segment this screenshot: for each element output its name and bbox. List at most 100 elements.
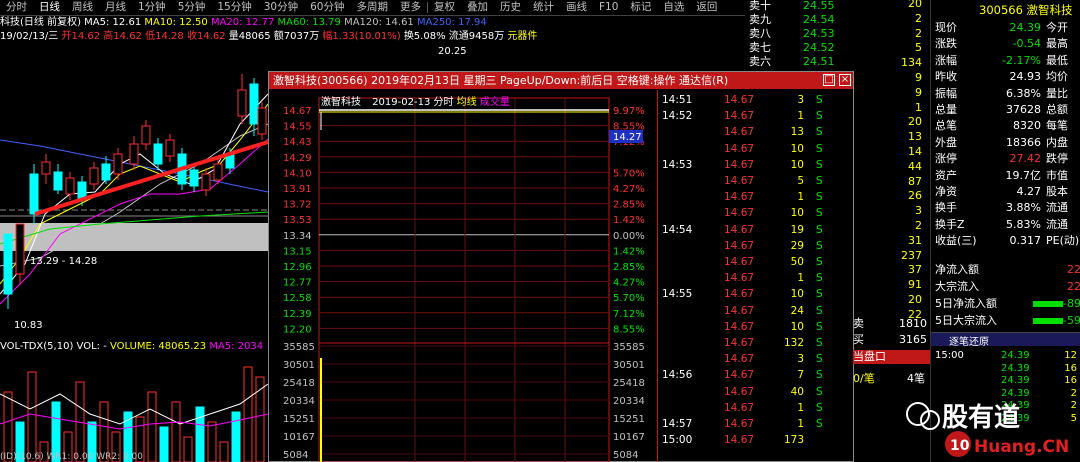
book-volume: 134 — [901, 56, 922, 70]
kline-open: 开14.62 — [61, 31, 101, 42]
quote-label: 外盘 — [935, 135, 957, 149]
kline-turnover: 换5.08% — [403, 31, 446, 42]
price-tick: 12.39 — [283, 309, 312, 320]
candle-body — [53, 171, 63, 191]
quote-row: 净资 4.27 股本 — [935, 184, 1080, 200]
candle-body — [141, 125, 151, 145]
quote-label: 总笔 — [935, 119, 957, 133]
candle-body — [165, 139, 175, 157]
watermark-site: Huang.CN — [974, 437, 1069, 457]
intraday-chart[interactable]: 14.67 14.55 14.43 14.29 14.10 13.91 13.72 13.53… — [269, 90, 657, 462]
volume-bar — [219, 441, 229, 462]
toolbar-item[interactable]: 自选 — [657, 0, 690, 15]
toolbar-item[interactable]: 分时 — [0, 0, 33, 15]
bid-count-label: 0/笔 — [853, 372, 875, 385]
toolbar-item[interactable]: 复权 — [428, 0, 461, 15]
quote-label: 现价 — [935, 21, 957, 34]
kline-volume: 量48065 — [228, 31, 271, 42]
volume-value: VOLUME: 48065.23 — [110, 341, 207, 352]
vol-tick-left: 35585 — [283, 342, 315, 353]
kline-low: 低14.28 — [145, 31, 184, 42]
quote-value: 8320 — [1013, 119, 1041, 133]
flow-bar — [1033, 318, 1063, 324]
book-volume: 31 — [908, 233, 922, 247]
toolbar-item[interactable]: 1分钟 — [132, 0, 172, 15]
intraday-grid — [319, 98, 609, 462]
percent-tick: 0.00% — [613, 231, 645, 242]
volume-bar — [195, 406, 205, 462]
volume-bars — [3, 366, 265, 462]
volume-bar — [171, 401, 181, 462]
vol-tick-right: 30501 — [613, 360, 645, 371]
toolbar-item[interactable]: 5分钟 — [172, 0, 212, 15]
quote-value: 27.42 — [1009, 152, 1042, 166]
toolbar-item[interactable]: 周线 — [66, 0, 99, 15]
quote-row: 现价 24.39 今开 — [935, 20, 1080, 36]
vol-ma10-line — [0, 413, 268, 430]
tick-header: 逐笔还原 — [931, 332, 1080, 348]
toolbar-item[interactable]: 多周期 — [351, 0, 395, 15]
quote-right-label: 最低 — [1046, 53, 1068, 67]
toolbar-item[interactable]: 叠加 — [461, 0, 494, 15]
candle-body — [153, 143, 163, 165]
book-volume: 2 — [915, 11, 922, 25]
book-volume: 2 — [915, 219, 922, 232]
candle-body — [113, 153, 123, 175]
toolbar-item[interactable]: 统计 — [527, 0, 560, 15]
quote-label: 净资 — [935, 185, 957, 198]
kline-date: 19/02/13/三 — [0, 31, 59, 42]
toolbar-item[interactable]: 返回 — [690, 0, 723, 15]
quote-right-label: 股本 — [1046, 185, 1068, 198]
toolbar-item[interactable]: F10 — [593, 0, 624, 15]
toolbar-item[interactable]: 月线 — [99, 0, 132, 15]
price-tick: 14.67 — [283, 106, 312, 117]
quote-row: 昨收 24.93 均价 — [935, 69, 1080, 85]
toolbar-item[interactable]: 历史 — [494, 0, 527, 15]
toolbar-item[interactable]: 画线 — [560, 0, 593, 15]
wechat-icon — [906, 402, 930, 426]
price-tick: 13.34 — [283, 231, 312, 242]
trade-time: 14:53 — [662, 158, 693, 171]
toolbar-item[interactable]: 15分钟 — [211, 0, 257, 15]
toolbar-item[interactable]: 60分钟 — [304, 0, 350, 15]
candle-body — [249, 83, 259, 125]
ma20-label: MA20: 12.77 — [210, 17, 275, 28]
price-tick: 14.10 — [283, 168, 312, 179]
percent-tick: 9.97% — [613, 106, 645, 117]
volume-bar — [183, 436, 193, 462]
toolbar-item[interactable]: 日线 — [33, 0, 66, 15]
price-tick: 14.43 — [283, 137, 312, 148]
quote-label: 换手Z — [935, 217, 965, 231]
quote-right-label: 今开 — [1046, 21, 1068, 34]
kline-change: 幅1.33(10.01%) — [322, 31, 401, 42]
ma250-label: MA250: 17.94 — [416, 17, 487, 28]
volume-bar — [159, 426, 169, 462]
vol-tick-left: 20334 — [283, 396, 315, 407]
quote-row: 总笔 8320 每笔 — [935, 118, 1080, 134]
volume-bar — [207, 421, 217, 462]
kline-detail-bar: 19/02/13/三 开14.62 高14.62 低14.28 收14.62 量… — [0, 30, 745, 44]
quote-value: 3.88% — [1006, 201, 1041, 215]
candle-body — [189, 169, 199, 187]
percent-tick: 8.55% — [613, 324, 645, 335]
book-volume: 20 — [908, 293, 922, 306]
toolbar-item[interactable]: 30分钟 — [258, 0, 304, 15]
percent-tick: 4.27% — [613, 278, 645, 289]
price-tick: 14.29 — [283, 153, 312, 164]
kline-title: 科技(日线 前复权) — [0, 17, 81, 28]
peak-price-label-text: 20.25 — [438, 46, 467, 57]
bid-header: 当盘口 — [853, 350, 930, 364]
ma60-label: MA60: 13.79 — [277, 17, 341, 28]
vol-tick-right: 35585 — [613, 342, 645, 353]
candle-body — [201, 173, 211, 191]
trade-time: 14:51 — [662, 94, 693, 106]
toolbar-item[interactable]: 标记 — [624, 0, 657, 15]
toolbar-item[interactable]: 更多 — [394, 0, 427, 15]
candle-body — [129, 143, 139, 165]
period-toolbar: 分时 日线 周线 月线 1分钟 5分钟 15分钟 30分钟 60分钟 多周期 更多 复权 叠加 历史 统计画… — [0, 0, 745, 16]
watermark-text: 股有道 — [942, 402, 1020, 433]
percent-tick: 4.27% — [613, 184, 645, 195]
kline-chart[interactable]: 13.29 - 14.28 10.83 — [0, 44, 268, 339]
book-volume: 1 — [915, 100, 922, 114]
candle-body — [41, 161, 51, 175]
